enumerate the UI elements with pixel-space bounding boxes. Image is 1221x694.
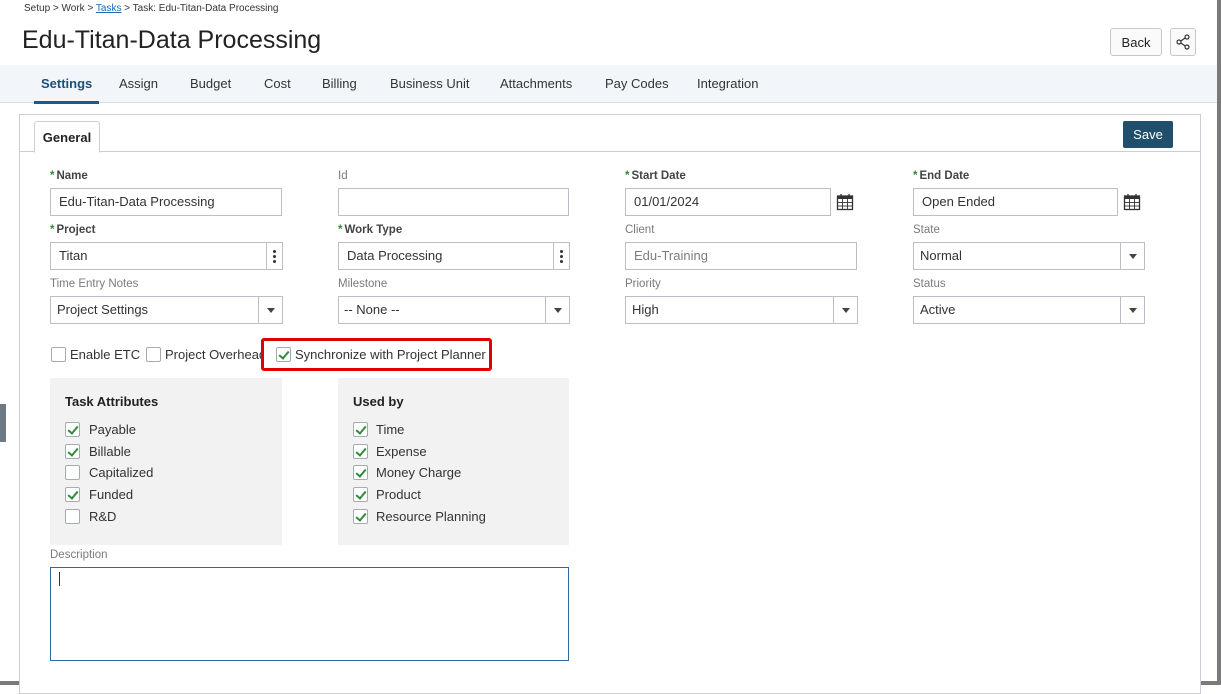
capitalized-label: Capitalized: [89, 465, 154, 480]
tab-attachments[interactable]: Attachments: [500, 65, 572, 103]
milestone-label: Milestone: [338, 278, 388, 290]
tab-integration[interactable]: Integration: [697, 65, 758, 103]
id-label: Id: [338, 170, 348, 182]
end-date-label: * End Date: [913, 170, 970, 182]
start-date-label: * Start Date: [625, 170, 686, 182]
project-label-text: Project: [56, 224, 96, 236]
chevron-down-icon[interactable]: [1120, 297, 1144, 323]
billable-checkbox[interactable]: [65, 444, 80, 459]
calendar-icon[interactable]: [836, 193, 854, 211]
project-label: * Project: [50, 224, 96, 236]
back-button[interactable]: Back: [1110, 28, 1162, 56]
state-value: Normal: [920, 248, 962, 263]
tab-billing[interactable]: Billing: [322, 65, 357, 103]
tab-general[interactable]: General: [34, 121, 100, 153]
name-label-text: Name: [56, 170, 88, 182]
text-caret: [59, 572, 60, 586]
state-select[interactable]: Normal: [913, 242, 1145, 270]
work-type-value: Data Processing: [347, 248, 443, 263]
tab-cost[interactable]: Cost: [264, 65, 291, 103]
time-entry-notes-label: Time Entry Notes: [50, 278, 139, 290]
panel-header: General Save: [20, 115, 1200, 153]
money-charge-label: Money Charge: [376, 465, 462, 480]
billable-label: Billable: [89, 444, 131, 459]
client-label: Client: [625, 224, 655, 236]
capitalized-checkbox[interactable]: [65, 465, 80, 480]
page-title: Edu-Titan-Data Processing: [22, 26, 322, 54]
work-type-lookup-icon[interactable]: [553, 243, 569, 269]
start-date-field[interactable]: 01/01/2024: [625, 188, 831, 216]
end-date-field[interactable]: Open Ended: [913, 188, 1118, 216]
expense-checkbox[interactable]: [353, 444, 368, 459]
chevron-down-icon[interactable]: [833, 297, 857, 323]
project-field[interactable]: Titan: [50, 242, 283, 270]
time-entry-notes-select[interactable]: Project Settings: [50, 296, 283, 324]
work-type-label-text: Work Type: [344, 224, 403, 236]
payable-checkbox[interactable]: [65, 422, 80, 437]
payable-label: Payable: [89, 422, 136, 437]
money-charge-checkbox[interactable]: [353, 465, 368, 480]
name-field[interactable]: Edu-Titan-Data Processing: [50, 188, 282, 216]
rnd-label: R&D: [89, 509, 117, 524]
enable-etc-label: Enable ETC: [70, 347, 141, 362]
project-overhead-label: Project Overhead: [165, 347, 261, 362]
priority-value: High: [632, 302, 659, 317]
product-checkbox[interactable]: [353, 487, 368, 502]
share-icon: [1176, 34, 1190, 50]
milestone-select[interactable]: -- None --: [338, 296, 570, 324]
breadcrumb-suffix: > Task: Edu-Titan-Data Processing: [121, 3, 279, 14]
resource-planning-label: Resource Planning: [376, 509, 486, 524]
project-value: Titan: [59, 248, 88, 263]
chevron-down-icon[interactable]: [545, 297, 569, 323]
funded-label: Funded: [89, 487, 134, 502]
funded-checkbox[interactable]: [65, 487, 80, 502]
priority-label: Priority: [625, 278, 661, 290]
tab-budget[interactable]: Budget: [190, 65, 231, 103]
time-entry-notes-value: Project Settings: [57, 302, 149, 317]
tab-settings[interactable]: Settings: [33, 65, 100, 104]
status-select[interactable]: Active: [913, 296, 1145, 324]
resource-planning-checkbox[interactable]: [353, 509, 368, 524]
expense-label: Expense: [376, 444, 427, 459]
breadcrumb-prefix: Setup > Work >: [24, 3, 96, 14]
priority-select[interactable]: High: [625, 296, 858, 324]
breadcrumb: Setup > Work > Tasks > Task: Edu-Titan-D…: [24, 3, 279, 14]
breadcrumb-tasks-link[interactable]: Tasks: [96, 3, 122, 14]
name-label: * Name: [50, 170, 88, 182]
id-field[interactable]: [338, 188, 569, 216]
project-overhead-checkbox[interactable]: [146, 347, 161, 362]
tab-pay-codes[interactable]: Pay Codes: [605, 65, 669, 103]
product-label: Product: [376, 487, 421, 502]
state-label: State: [913, 224, 940, 236]
time-checkbox[interactable]: [353, 422, 368, 437]
task-attributes-title: Task Attributes: [65, 394, 159, 409]
milestone-value: -- None --: [344, 302, 400, 317]
tab-bar: Settings Assign Budget Cost Billing Busi…: [0, 65, 1217, 104]
status-label: Status: [913, 278, 946, 290]
end-date-label-text: End Date: [919, 170, 970, 182]
work-type-field[interactable]: Data Processing: [338, 242, 570, 270]
description-label: Description: [50, 549, 108, 561]
chevron-down-icon[interactable]: [258, 297, 282, 323]
highlight-annotation: [261, 338, 492, 371]
work-type-label: * Work Type: [338, 224, 403, 236]
enable-etc-checkbox[interactable]: [51, 347, 66, 362]
save-button[interactable]: Save: [1123, 121, 1173, 148]
tab-assign[interactable]: Assign: [119, 65, 158, 103]
project-lookup-icon[interactable]: [266, 243, 282, 269]
tab-business-unit[interactable]: Business Unit: [390, 65, 469, 103]
start-date-label-text: Start Date: [631, 170, 686, 182]
rnd-checkbox[interactable]: [65, 509, 80, 524]
window-frame-right: [1217, 0, 1221, 685]
status-value: Active: [920, 302, 956, 317]
client-field: Edu-Training: [625, 242, 857, 270]
time-label: Time: [376, 422, 405, 437]
description-textarea[interactable]: [50, 567, 569, 661]
share-button[interactable]: [1170, 28, 1196, 56]
chevron-down-icon[interactable]: [1120, 243, 1144, 269]
used-by-title: Used by: [353, 394, 404, 409]
side-panel-handle[interactable]: [0, 404, 6, 442]
calendar-icon[interactable]: [1123, 193, 1141, 211]
